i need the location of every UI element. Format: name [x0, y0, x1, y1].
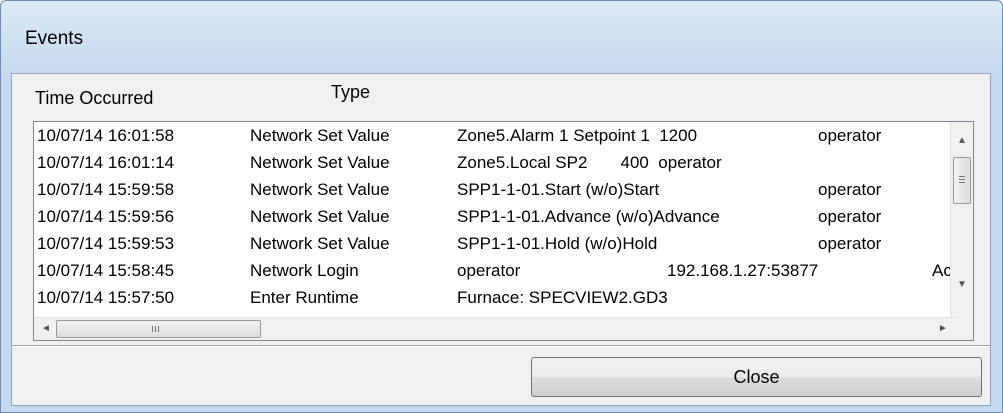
- event-type: Network Set Value: [250, 207, 390, 226]
- event-row[interactable]: 10/07/14 16:01:58 Network Set Value Zone5.…: [34, 124, 954, 151]
- scroll-left-icon[interactable]: ◄: [41, 323, 51, 334]
- scrollbar-corner: [951, 318, 973, 340]
- event-user: operator: [818, 126, 882, 145]
- event-type: Enter Runtime: [250, 288, 359, 307]
- events-list[interactable]: 10/07/14 16:01:58 Network Set Value Zone5.…: [33, 121, 974, 341]
- column-header-time: Time Occurred: [35, 88, 154, 108]
- event-time: 10/07/14 15:59:53: [37, 234, 175, 253]
- scroll-up-icon[interactable]: ▲: [957, 135, 967, 146]
- event-user: operator: [818, 207, 882, 226]
- event-desc: Zone5.Alarm 1 Setpoint 1 1200: [457, 126, 698, 145]
- event-time: 10/07/14 15:59:56: [37, 207, 175, 226]
- event-user: operator: [818, 234, 882, 253]
- vertical-scroll-thumb[interactable]: [953, 157, 971, 204]
- event-desc: Furnace: SPECVIEW2.GD3: [457, 288, 668, 307]
- event-type: Network Set Value: [250, 234, 390, 253]
- column-header-type: Type: [331, 82, 371, 102]
- events-dialog: Events Time Occurred Type 10/07/14 16:01…: [0, 0, 1003, 413]
- window-title: Events: [25, 28, 84, 49]
- event-user: operator: [818, 180, 882, 199]
- event-type: Network Set Value: [250, 180, 390, 199]
- event-desc: SPP1-1-01.Advance (w/o)Advance: [457, 207, 720, 226]
- event-desc: SPP1-1-01.Start (w/o)Start: [457, 180, 660, 199]
- scroll-right-icon[interactable]: ►: [938, 323, 948, 334]
- event-time: 10/07/14 15:59:58: [37, 180, 175, 199]
- event-row[interactable]: 10/07/14 15:59:58 Network Set Value SPP1-1…: [34, 178, 954, 205]
- horizontal-scrollbar[interactable]: ◄ ►: [34, 317, 954, 340]
- event-time: 10/07/14 16:01:58: [37, 126, 175, 145]
- event-time: 10/07/14 15:58:45: [37, 261, 175, 280]
- title-bar[interactable]: Events: [1, 1, 1002, 75]
- grip-line: [155, 326, 156, 332]
- grip-line: [152, 326, 153, 332]
- event-row[interactable]: 10/07/14 15:58:45 Network Login operator 19…: [34, 259, 954, 286]
- grip-line: [959, 179, 965, 180]
- grip-line: [158, 326, 159, 332]
- events-list-rows: 10/07/14 16:01:58 Network Set Value Zone5.…: [34, 124, 954, 319]
- separator-highlight: [12, 346, 990, 347]
- grip-line: [959, 176, 965, 177]
- event-row[interactable]: 10/07/14 15:59:56 Network Set Value SPP1-1…: [34, 205, 954, 232]
- event-type: Network Set Value: [250, 126, 390, 145]
- grip-line: [959, 182, 965, 183]
- event-desc: Zone5.Local SP2 400 operator: [457, 153, 722, 172]
- dialog-client-area: Time Occurred Type 10/07/14 16:01:58 Netw…: [11, 73, 991, 406]
- event-time: 10/07/14 15:57:50: [37, 288, 175, 307]
- close-button[interactable]: Close: [531, 357, 982, 397]
- event-ip: 192.168.1.27:53877: [667, 261, 819, 280]
- scroll-down-icon[interactable]: ▼: [957, 279, 967, 290]
- vertical-scrollbar[interactable]: ▲ ▼: [950, 122, 973, 319]
- event-type: Network Set Value: [250, 153, 390, 172]
- event-desc: SPP1-1-01.Hold (w/o)Hold: [457, 234, 658, 253]
- event-type: Network Login: [250, 261, 359, 280]
- event-row[interactable]: 10/07/14 15:59:53 Network Set Value SPP1-1…: [34, 232, 954, 259]
- event-time: 10/07/14 16:01:14: [37, 153, 175, 172]
- event-row[interactable]: 10/07/14 16:01:14 Network Set Value Zone5.…: [34, 151, 954, 178]
- event-row[interactable]: 10/07/14 15:57:50 Enter Runtime Furnace: S…: [34, 286, 954, 313]
- event-desc: operator: [457, 261, 521, 280]
- horizontal-scroll-thumb[interactable]: [56, 320, 261, 338]
